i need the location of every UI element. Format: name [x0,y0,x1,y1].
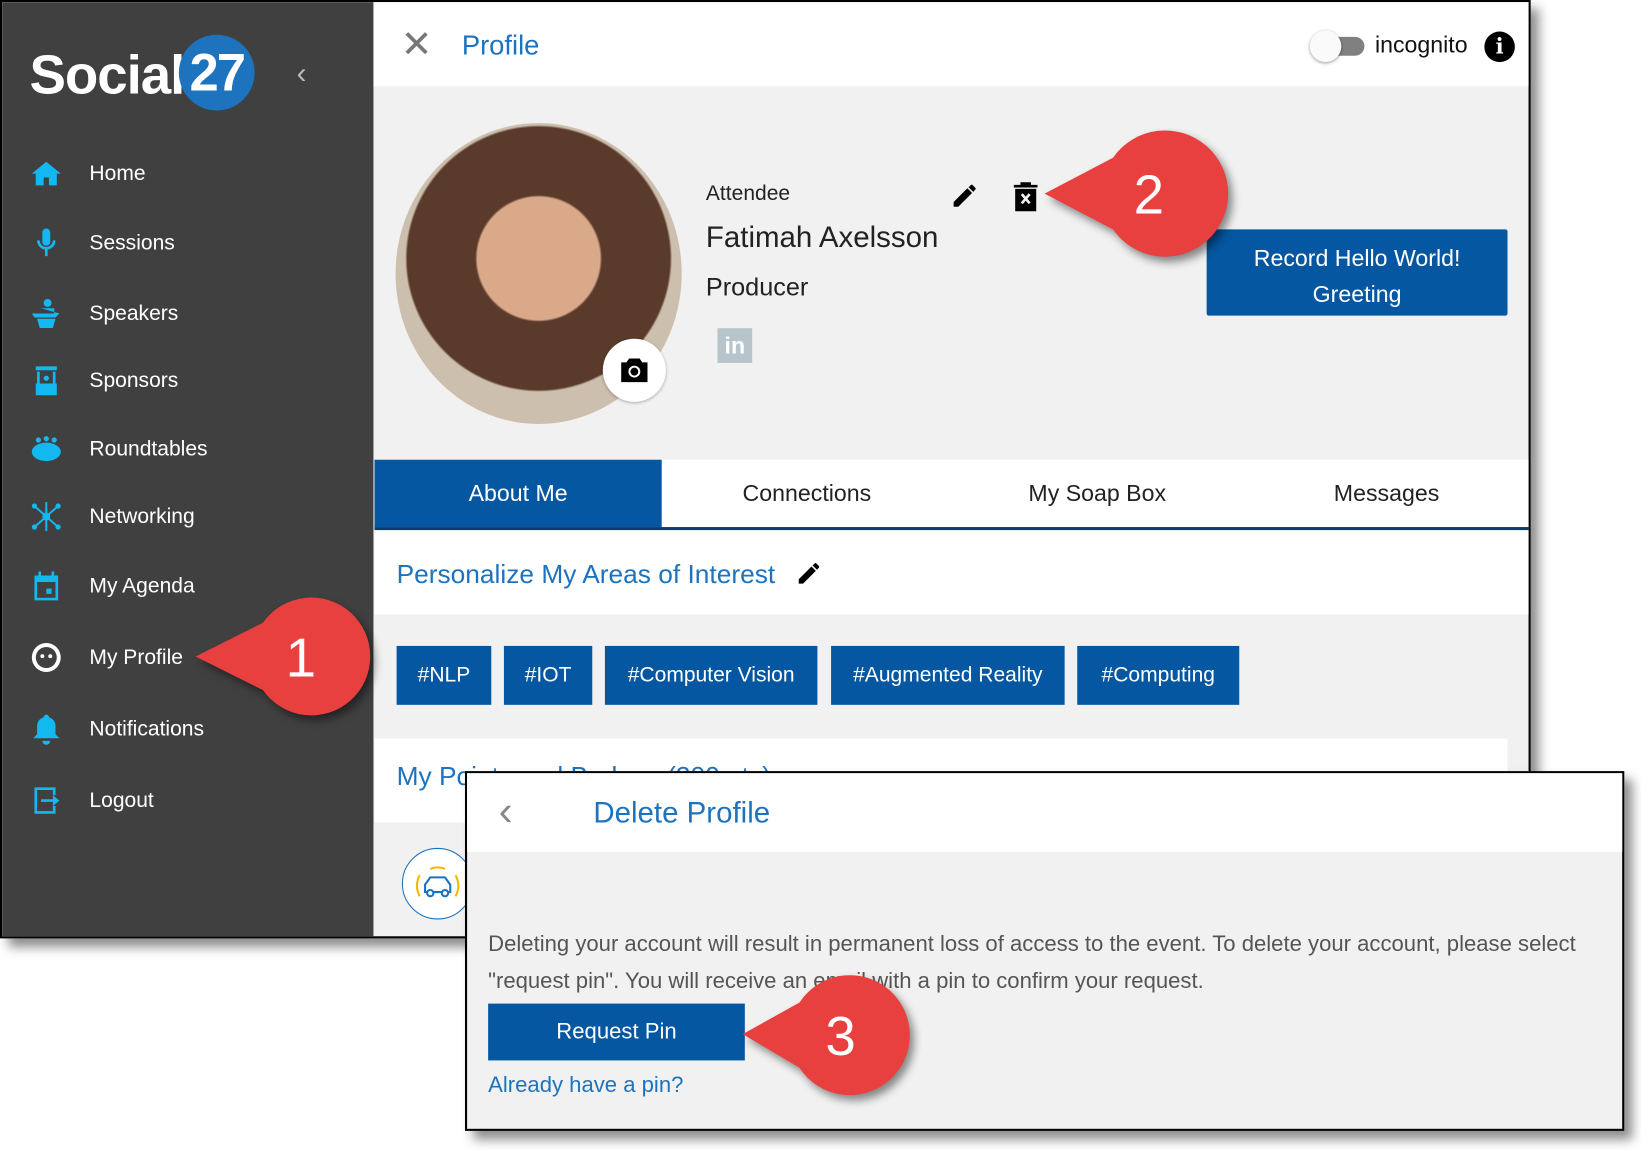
profile-job-title: Producer [705,273,809,302]
sidebar-item-logout[interactable]: Logout [29,780,366,822]
logo: Social [29,45,185,107]
interest-tag[interactable]: #IOT [503,645,593,705]
roundtable-icon [29,432,63,466]
sidebar-item-sessions[interactable]: Sessions [29,222,366,264]
sidebar-item-label: Speakers [89,301,179,325]
profile-role: Attendee [705,181,791,206]
sidebar-item-label: Home [89,161,146,185]
sidebar-item-home[interactable]: Home [29,153,366,195]
callout-number: 2 [1134,164,1164,226]
incognito-toggle[interactable] [1309,30,1365,63]
sidebar-item-roundtables[interactable]: Roundtables [29,428,366,470]
interest-tag[interactable]: #Computing [1077,645,1240,705]
interest-tag[interactable]: #NLP [396,645,492,705]
dialog-title: Delete Profile [593,796,771,829]
interests-header: Personalize My Areas of Interest [374,530,1529,615]
sidebar-item-label: Sponsors [89,368,179,392]
collapse-sidebar-button[interactable]: ‹ [297,57,307,91]
booth-icon [29,364,63,398]
sidebar-item-speakers[interactable]: Speakers [29,292,366,334]
logout-icon [29,784,63,818]
callout-number: 3 [825,1005,855,1067]
sidebar-item-label: My Agenda [89,573,195,598]
tab-my-soap-box[interactable]: My Soap Box [952,460,1242,527]
sidebar-item-label: Logout [89,788,154,812]
already-have-pin-link[interactable]: Already have a pin? [488,1073,683,1098]
sidebar-item-label: My Profile [89,645,183,669]
sidebar-item-label: Sessions [89,230,175,255]
header: ✕ Profile incognito i [373,2,1529,87]
edit-interests-pencil-icon[interactable] [795,560,822,593]
logo-badge: 27 [178,34,255,111]
home-icon [29,157,63,191]
network-icon [29,500,63,534]
interest-tag[interactable]: #Augmented Reality [831,645,1065,705]
callout-shape [195,597,371,716]
close-icon[interactable]: ✕ [401,23,433,65]
request-pin-button[interactable]: Request Pin [488,1003,745,1061]
camera-icon[interactable] [602,338,666,402]
callout-2: 2 [1044,130,1229,257]
info-icon[interactable]: i [1484,31,1515,63]
callout-3: 3 [742,975,910,1096]
delete-profile-dialog: ‹ Delete Profile Deleting your account w… [464,771,1625,1131]
back-chevron-icon[interactable]: ‹ [499,788,513,835]
tab-about-me[interactable]: About Me [374,459,662,528]
interest-tag[interactable]: #Computer Vision [604,645,818,705]
sidebar-item-label: Notifications [89,716,205,741]
sidebar-item-sponsors[interactable]: Sponsors [29,360,366,402]
delete-profile-trash-icon[interactable] [1012,181,1039,218]
sidebar-item-label: Networking [89,504,195,528]
tab-messages[interactable]: Messages [1242,460,1528,527]
profile-name: Fatimah Axelsson [705,220,939,254]
callout-number: 1 [286,626,316,688]
interests-title: Personalize My Areas of Interest [396,559,776,590]
page-title: Profile [461,29,540,62]
dialog-message: Deleting your account will result in per… [488,932,1576,994]
connected-car-badge-icon [401,847,474,920]
bell-icon [29,712,63,746]
callout-1: 1 [195,597,371,716]
calendar-icon [29,569,63,603]
linkedin-icon[interactable]: in [717,328,753,363]
sidebar: Social 27 ‹ Home Sessions Speakers Spons… [2,2,374,937]
sidebar-item-label: Roundtables [89,437,208,461]
record-greeting-button[interactable]: Record Hello World! Greeting [1206,229,1508,316]
profile-tabs: About Me Connections My Soap Box Message… [374,459,1529,531]
face-icon [29,641,63,675]
microphone-icon [29,226,63,260]
speaker-podium-icon [29,297,63,331]
tab-connections[interactable]: Connections [662,460,952,527]
sidebar-item-networking[interactable]: Networking [29,495,366,537]
incognito-label: incognito [1374,31,1468,58]
edit-profile-pencil-icon[interactable] [950,181,979,216]
